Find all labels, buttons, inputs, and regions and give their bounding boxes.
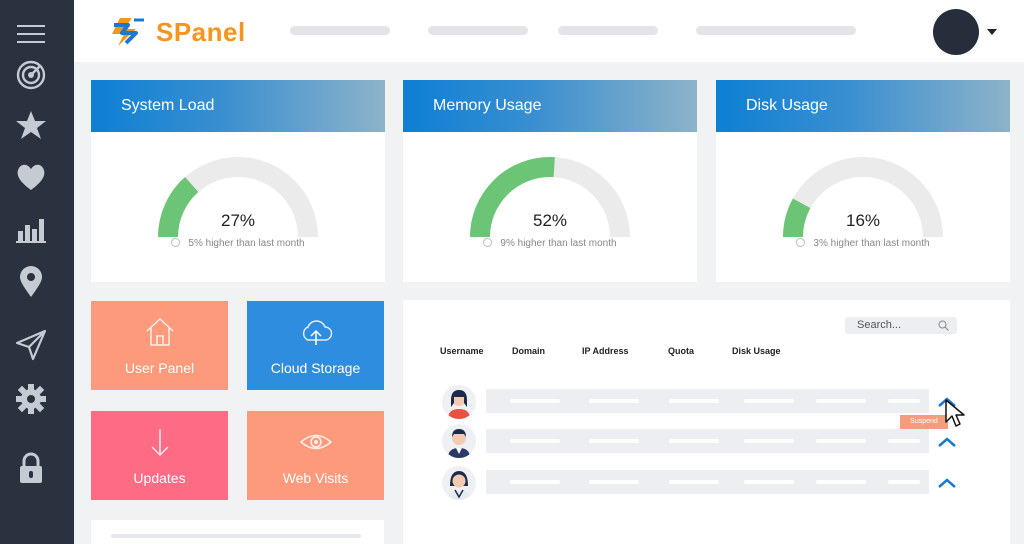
gauge: 27% 5% higher than last month	[91, 132, 385, 282]
bottom-card	[91, 520, 384, 544]
chevron-up-icon[interactable]	[936, 477, 958, 489]
card-title: System Load	[91, 80, 385, 132]
logo[interactable]: SPanel	[106, 12, 246, 52]
gauge-note: 5% higher than last month	[91, 238, 385, 249]
system-load-card: System Load 27% 5% higher than last mont…	[91, 80, 385, 282]
bar-chart-icon[interactable]	[14, 212, 48, 246]
map-pin-icon[interactable]	[14, 265, 48, 299]
send-icon[interactable]	[14, 328, 48, 362]
nav-placeholder-3[interactable]	[558, 26, 658, 35]
card-title: Memory Usage	[403, 80, 697, 132]
users-table-panel: Search... Username Domain IP Address Quo…	[403, 300, 1010, 544]
card-title: Disk Usage	[716, 80, 1010, 132]
gauge-note-text: 3% higher than last month	[813, 238, 930, 249]
table-row[interactable]	[486, 470, 929, 494]
nav-placeholder-2[interactable]	[428, 26, 528, 35]
chevron-up-icon[interactable]	[936, 436, 958, 448]
gear-icon[interactable]	[14, 382, 48, 416]
tile-label: Cloud Storage	[270, 360, 361, 376]
user-avatar[interactable]	[933, 9, 979, 55]
spanel-logo-icon	[112, 18, 144, 46]
placeholder-bar	[111, 534, 361, 538]
gauge-note: 3% higher than last month	[716, 238, 1010, 249]
logo-text: SPanel	[156, 16, 246, 47]
heart-icon[interactable]	[14, 160, 48, 194]
mouse-cursor-icon	[945, 399, 965, 427]
user-avatar-2[interactable]	[442, 424, 476, 458]
column-header-ip-address[interactable]: IP Address	[582, 346, 629, 356]
search-input[interactable]: Search...	[845, 317, 957, 334]
top-bar: SPanel	[74, 0, 1024, 62]
eye-icon	[299, 434, 332, 450]
info-icon	[483, 238, 493, 247]
user-avatar-3[interactable]	[442, 466, 476, 500]
gauge-note-text: 5% higher than last month	[188, 238, 305, 249]
column-header-username[interactable]: Username	[440, 346, 484, 356]
menu-icon[interactable]	[14, 17, 48, 51]
disk-usage-card: Disk Usage 16% 3% higher than last month	[716, 80, 1010, 282]
user-avatar-1[interactable]	[442, 385, 476, 419]
table-row[interactable]	[486, 429, 929, 453]
user-panel-tile[interactable]: User Panel	[91, 301, 228, 390]
suspend-tooltip[interactable]: Suspend	[900, 415, 948, 429]
sidebar	[0, 0, 74, 544]
cloud-storage-tile[interactable]: Cloud Storage	[247, 301, 384, 390]
tile-label: Updates	[133, 470, 186, 486]
gauge-percent: 16%	[845, 211, 881, 230]
web-visits-tile[interactable]: Web Visits	[247, 411, 384, 500]
gauge: 52% 9% higher than last month	[403, 132, 697, 282]
gauge-note: 9% higher than last month	[403, 238, 697, 249]
gauge: 16% 3% higher than last month	[716, 132, 1010, 282]
home-icon	[145, 317, 174, 346]
info-icon	[171, 238, 181, 247]
arrow-down-icon	[150, 429, 169, 457]
nav-placeholder-1[interactable]	[290, 26, 390, 35]
updates-tile[interactable]: Updates	[91, 411, 228, 500]
star-icon[interactable]	[14, 108, 48, 142]
gauge-percent: 27%	[220, 211, 256, 230]
tile-label: User Panel	[124, 360, 195, 376]
chevron-down-icon[interactable]	[987, 29, 997, 35]
lock-icon[interactable]	[14, 451, 48, 485]
gauge-note-text: 9% higher than last month	[500, 238, 617, 249]
gauge-percent: 52%	[532, 211, 568, 230]
memory-usage-card: Memory Usage 52% 9% higher than last mon…	[403, 80, 697, 282]
table-row[interactable]	[486, 389, 929, 413]
search-placeholder: Search...	[857, 319, 902, 331]
info-icon	[796, 238, 806, 247]
nav-placeholder-4[interactable]	[696, 26, 856, 35]
column-header-quota[interactable]: Quota	[668, 346, 694, 356]
column-header-disk-usage[interactable]: Disk Usage	[732, 346, 781, 356]
search-icon	[938, 320, 949, 331]
radar-icon[interactable]	[14, 58, 48, 92]
tile-label: Web Visits	[282, 470, 349, 486]
cloud-upload-icon	[302, 320, 332, 345]
column-header-domain[interactable]: Domain	[512, 346, 545, 356]
